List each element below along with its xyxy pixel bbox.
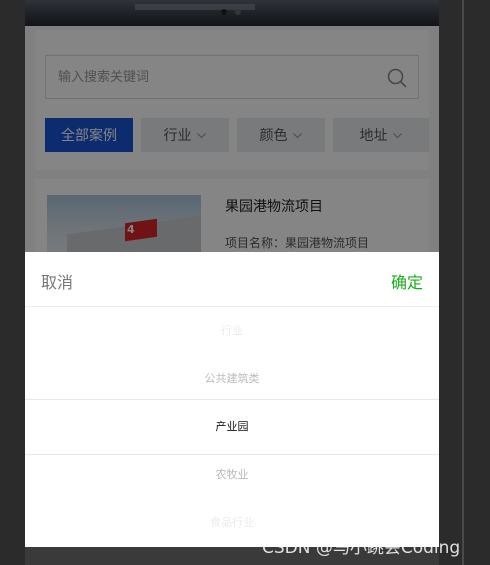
picker-option[interactable]: 农牧业 <box>25 463 439 487</box>
selection-indicator-top <box>25 399 439 400</box>
scrollbar[interactable] <box>462 0 464 565</box>
picker-option[interactable]: 行业 <box>25 319 439 343</box>
picker-header: 取消 确定 <box>25 252 439 307</box>
picker-option[interactable]: 公共建筑类 <box>25 367 439 391</box>
confirm-button[interactable]: 确定 <box>391 269 423 293</box>
picker-column[interactable]: 行业 公共建筑类 产业园 农牧业 食品行业 <box>25 307 439 547</box>
picker-option[interactable]: 食品行业 <box>25 511 439 535</box>
selection-indicator-bottom <box>25 454 439 455</box>
watermark-text: CSDN @马小跳会Coding <box>262 538 461 558</box>
picker-sheet: 取消 确定 行业 公共建筑类 产业园 农牧业 食品行业 <box>25 252 439 547</box>
picker-option-selected[interactable]: 产业园 <box>25 415 439 439</box>
cancel-button[interactable]: 取消 <box>41 269 73 293</box>
phone-screen: 全部案例 行业 颜色 地址 4 果园港物流项目 项目名称：果园港物流项目 <box>25 0 439 565</box>
